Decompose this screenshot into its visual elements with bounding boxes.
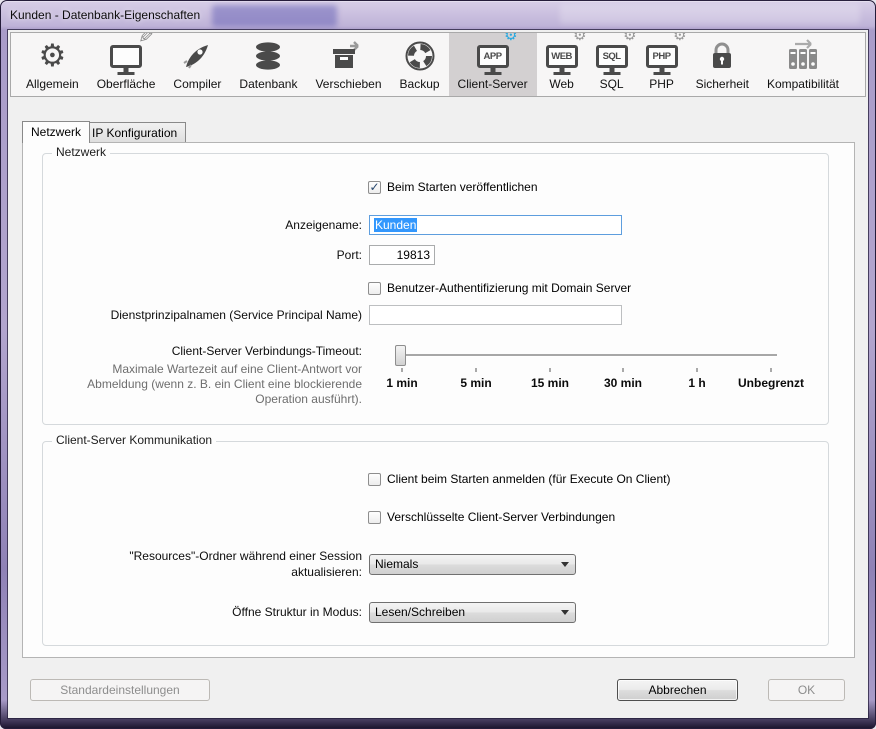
timeout-slider-track[interactable] (398, 354, 777, 356)
domain-auth-checkbox[interactable]: ✓ Benutzer-Authentifizierung mit Domain … (368, 281, 631, 295)
slider-tick (623, 368, 624, 372)
toolbar-item-client-server[interactable]: APP ⚙ Client-Server (449, 33, 537, 96)
tab-ip-konfiguration[interactable]: IP Konfiguration (83, 122, 186, 142)
toolbar-item-verschieben[interactable]: Verschieben (306, 33, 390, 96)
spn-label: Dienstprinzipalnamen (Service Principal … (51, 308, 362, 322)
database-icon (251, 37, 285, 75)
slider-tick (550, 368, 551, 372)
window-title: Kunden - Datenbank-Eigenschaften (10, 8, 200, 22)
tab-netzwerk[interactable]: Netzwerk (22, 121, 90, 143)
selected-text: Kunden (374, 218, 417, 232)
slider-tick (697, 368, 698, 372)
box-arrow-icon (330, 37, 366, 75)
chevron-down-icon (561, 562, 569, 567)
timeout-slider-thumb[interactable] (395, 345, 406, 366)
chevron-down-icon (561, 610, 569, 615)
slider-tick-label: Unbegrenzt (738, 376, 804, 390)
database-properties-window: Kunden - Datenbank-Eigenschaften ⚙ Allge… (0, 0, 876, 729)
dialog-client-area: ⚙ Allgemein ✎ Oberfläche Compiler (8, 30, 868, 718)
timeout-help-text: Maximale Wartezeit auf eine Client-Antwo… (51, 362, 362, 407)
open-structure-mode-dropdown[interactable]: Lesen/Schreiben (369, 602, 576, 623)
port-input[interactable]: 19813 (369, 245, 435, 265)
slider-tick-label: 15 min (531, 376, 569, 390)
defaults-button[interactable]: Standardeinstellungen (30, 679, 210, 701)
port-label: Port: (51, 248, 362, 262)
titlebar-glass-artifact (560, 4, 860, 24)
open-mode-label: Öffne Struktur in Modus: (51, 605, 362, 619)
resources-folder-label: "Resources"-Ordner während einer Session… (51, 548, 362, 580)
slider-tick (402, 368, 403, 372)
toolbar-item-sql[interactable]: SQL ⚙ SQL (587, 33, 637, 96)
gear-icon: ⚙ (38, 37, 66, 75)
toolbar-item-backup[interactable]: Backup (391, 33, 449, 96)
slider-tick-label: 5 min (460, 376, 491, 390)
binders-arrow-icon (785, 37, 821, 75)
rocket-icon (181, 37, 213, 75)
titlebar[interactable]: Kunden - Datenbank-Eigenschaften (0, 0, 876, 30)
toolbar-item-compiler[interactable]: Compiler (164, 33, 230, 96)
titlebar-glass-artifact (212, 5, 337, 27)
group-netzwerk: Netzwerk ✓ Beim Starten veröffentlichen … (42, 153, 829, 425)
cancel-button[interactable]: Abbrechen (617, 679, 738, 701)
toolbar-item-allgemein[interactable]: ⚙ Allgemein (17, 33, 88, 96)
checkbox-box[interactable]: ✓ (368, 511, 381, 524)
display-name-input[interactable]: Kunden (369, 215, 622, 235)
settings-toolbar: ⚙ Allgemein ✎ Oberfläche Compiler (10, 32, 866, 97)
monitor-php-gear-icon: PHP ⚙ (646, 37, 678, 75)
slider-tick (771, 368, 772, 372)
slider-tick-label: 1 h (688, 376, 705, 390)
group-title: Client-Server Kommunikation (52, 433, 216, 447)
monitor-pencil-icon: ✎ (110, 37, 142, 75)
checkbox-box[interactable]: ✓ (368, 282, 381, 295)
ok-button[interactable]: OK (768, 679, 845, 701)
group-client-server-kommunikation: Client-Server Kommunikation ✓ Client bei… (42, 441, 829, 646)
tab-panel-netzwerk: Netzwerk ✓ Beim Starten veröffentlichen … (22, 142, 855, 658)
lifebuoy-icon (403, 37, 437, 75)
resources-update-dropdown[interactable]: Niemals (369, 554, 576, 575)
padlock-icon (707, 37, 737, 75)
group-title: Netzwerk (52, 145, 110, 159)
monitor-sql-gear-icon: SQL ⚙ (596, 37, 628, 75)
slider-tick-label: 30 min (604, 376, 642, 390)
toolbar-item-oberflaeche[interactable]: ✎ Oberfläche (88, 33, 165, 96)
slider-tick (476, 368, 477, 372)
toolbar-item-php[interactable]: PHP ⚙ PHP (637, 33, 687, 96)
encrypted-connections-checkbox[interactable]: ✓ Verschlüsselte Client-Server Verbindun… (368, 510, 615, 524)
publish-on-startup-checkbox[interactable]: ✓ Beim Starten veröffentlichen (368, 180, 538, 194)
spn-input[interactable] (369, 305, 622, 325)
toolbar-item-kompatibilitaet[interactable]: Kompatibilität (758, 33, 848, 96)
checkbox-box[interactable]: ✓ (368, 473, 381, 486)
toolbar-item-web[interactable]: WEB ⚙ Web (537, 33, 587, 96)
toolbar-item-sicherheit[interactable]: Sicherheit (687, 33, 758, 96)
register-client-checkbox[interactable]: ✓ Client beim Starten anmelden (für Exec… (368, 472, 670, 486)
checkbox-box[interactable]: ✓ (368, 181, 381, 194)
monitor-app-gear-icon: APP ⚙ (477, 37, 509, 75)
timeout-label: Client-Server Verbindungs-Timeout: (51, 344, 362, 358)
monitor-web-gear-icon: WEB ⚙ (546, 37, 578, 75)
toolbar-item-datenbank[interactable]: Datenbank (230, 33, 306, 96)
slider-tick-label: 1 min (386, 376, 417, 390)
display-name-label: Anzeigename: (51, 218, 362, 232)
